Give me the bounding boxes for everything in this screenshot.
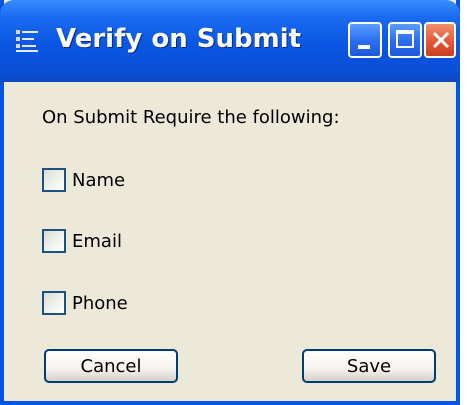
window-title: Verify on Submit <box>56 24 302 54</box>
dialog-window: Verify on Submit On Submit Require the f… <box>0 0 460 405</box>
instruction-label: On Submit Require the following: <box>42 107 340 128</box>
close-icon <box>432 31 450 49</box>
close-button[interactable] <box>424 22 456 58</box>
email-checkbox-row[interactable]: Email <box>42 228 122 254</box>
name-checkbox-label[interactable]: Name <box>72 170 125 191</box>
minimize-button[interactable] <box>348 22 382 58</box>
title-bar[interactable]: Verify on Submit <box>0 0 460 82</box>
email-checkbox-label[interactable]: Email <box>72 231 122 252</box>
phone-checkbox-row[interactable]: Phone <box>42 290 128 316</box>
phone-checkbox[interactable] <box>42 291 66 315</box>
save-button[interactable]: Save <box>302 349 436 383</box>
name-checkbox-row[interactable]: Name <box>42 167 125 193</box>
name-checkbox[interactable] <box>42 168 66 192</box>
email-checkbox[interactable] <box>42 229 66 253</box>
form-list-icon <box>16 30 38 52</box>
maximize-button[interactable] <box>388 22 422 58</box>
maximize-icon <box>396 30 414 48</box>
phone-checkbox-label[interactable]: Phone <box>72 293 128 314</box>
minimize-icon <box>358 45 370 49</box>
cancel-button[interactable]: Cancel <box>44 349 178 383</box>
